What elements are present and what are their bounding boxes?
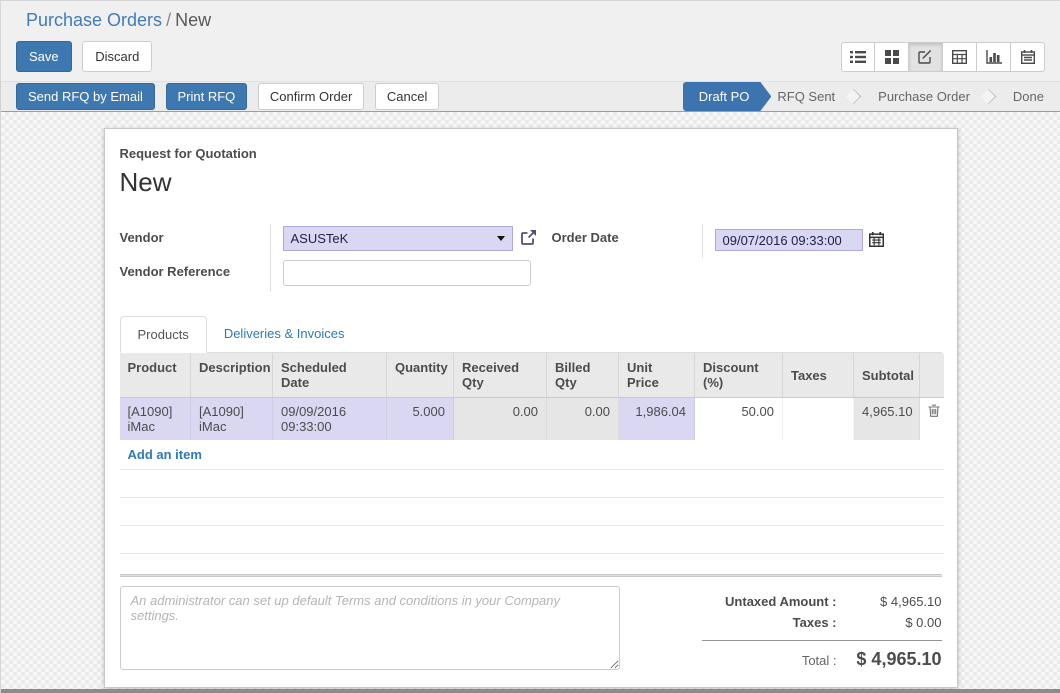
- discard-button[interactable]: Discard: [82, 41, 152, 72]
- external-link-icon[interactable]: [520, 229, 537, 249]
- list-view-button[interactable]: [841, 42, 875, 72]
- col-header-scheduled-date[interactable]: Scheduled Date: [273, 353, 387, 398]
- form-view-background: Request for Quotation New Vendor ASUSTeK…: [1, 112, 1060, 689]
- form-view-button[interactable]: [909, 42, 943, 72]
- caret-down-icon: [497, 236, 505, 241]
- status-step-done[interactable]: Done: [1007, 82, 1060, 111]
- col-header-quantity[interactable]: Quantity: [387, 353, 454, 398]
- table-row[interactable]: [A1090] iMac [A1090] iMac 09/09/2016 09:…: [120, 398, 944, 441]
- send-rfq-by-email-button[interactable]: Send RFQ by Email: [16, 83, 155, 110]
- bar-chart-icon: [986, 50, 1002, 64]
- cell-description[interactable]: [A1090] iMac: [191, 398, 273, 441]
- empty-line-row[interactable]: [120, 526, 944, 554]
- order-date-input[interactable]: 09/07/2016 09:33:00: [715, 229, 863, 251]
- document-type-label: Request for Quotation: [120, 146, 942, 161]
- chevron-right-icon: [846, 89, 862, 105]
- total-label: Total :: [802, 653, 837, 668]
- list-icon: [850, 50, 866, 64]
- breadcrumb-separator: /: [162, 10, 175, 30]
- cell-scheduled-date[interactable]: 09/09/2016 09:33:00: [273, 398, 387, 441]
- status-step-purchase-order[interactable]: Purchase Order: [872, 82, 976, 111]
- header-fields: Vendor ASUSTeK Vendor Reference: [120, 224, 942, 292]
- edit-form-icon: [918, 49, 933, 64]
- col-header-billed-qty[interactable]: Billed Qty: [547, 353, 619, 398]
- vendor-label: Vendor: [120, 224, 270, 258]
- order-lines-table: Product Description Scheduled Date Quant…: [120, 353, 944, 554]
- taxes-label: Taxes :: [793, 615, 837, 630]
- cell-received-qty: 0.00: [454, 398, 547, 441]
- cell-subtotal: 4,965.10: [854, 398, 920, 441]
- col-header-subtotal[interactable]: Subtotal: [854, 353, 920, 398]
- statusbar: Send RFQ by Email Print RFQ Confirm Orde…: [1, 81, 1060, 112]
- status-step-rfq-sent[interactable]: RFQ Sent: [771, 82, 841, 111]
- col-header-unit-price[interactable]: Unit Price: [619, 353, 695, 398]
- col-header-taxes[interactable]: Taxes: [783, 353, 854, 398]
- calendar-picker-icon[interactable]: [869, 232, 884, 250]
- chevron-right-icon: [981, 89, 997, 105]
- page-title: New: [120, 167, 942, 198]
- table-header-row: Product Description Scheduled Date Quant…: [120, 353, 944, 398]
- calendar-view-button[interactable]: [1011, 42, 1045, 72]
- cell-billed-qty: 0.00: [547, 398, 619, 441]
- col-header-description[interactable]: Description: [191, 353, 273, 398]
- add-item-row: Add an item: [120, 440, 944, 470]
- kanban-icon: [885, 50, 899, 64]
- statusbar-buttons: Send RFQ by Email Print RFQ Confirm Orde…: [16, 83, 439, 110]
- vendor-reference-label: Vendor Reference: [120, 258, 270, 292]
- cancel-button[interactable]: Cancel: [375, 83, 439, 110]
- total-value: $ 4,965.10: [837, 649, 942, 670]
- graph-view-button[interactable]: [977, 42, 1011, 72]
- empty-line-row[interactable]: [120, 498, 944, 526]
- cell-unit-price[interactable]: 1,986.04: [619, 398, 695, 441]
- confirm-order-button[interactable]: Confirm Order: [258, 83, 364, 110]
- form-sheet: Request for Quotation New Vendor ASUSTeK…: [104, 128, 958, 688]
- bottom-edge-bar: [1, 689, 1060, 693]
- totals-divider: [702, 640, 942, 641]
- cell-product[interactable]: [A1090] iMac: [120, 398, 191, 441]
- untaxed-amount-label: Untaxed Amount :: [725, 594, 836, 609]
- cell-taxes[interactable]: [783, 398, 854, 441]
- order-date-label: Order Date: [552, 224, 702, 258]
- pivot-view-button[interactable]: [943, 42, 977, 72]
- breadcrumb-parent-link[interactable]: Purchase Orders: [26, 10, 162, 30]
- trash-icon: [928, 405, 940, 420]
- print-rfq-button[interactable]: Print RFQ: [166, 83, 248, 110]
- calendar-icon: [1021, 50, 1035, 64]
- horizontal-separator: [120, 574, 942, 577]
- col-header-received-qty[interactable]: Received Qty: [454, 353, 547, 398]
- col-header-product[interactable]: Product: [120, 353, 191, 398]
- taxes-value: $ 0.00: [837, 615, 942, 630]
- breadcrumb-current: New: [175, 10, 211, 30]
- vendor-select[interactable]: ASUSTeK: [283, 226, 513, 251]
- breadcrumb: Purchase Orders/New: [1, 1, 1060, 31]
- vendor-value: ASUSTeK: [291, 231, 497, 246]
- save-button[interactable]: Save: [16, 41, 72, 72]
- terms-and-conditions-textarea[interactable]: [120, 586, 620, 670]
- delete-row-button[interactable]: [920, 398, 944, 441]
- status-pipeline: Draft PO RFQ Sent Purchase Order Done: [683, 82, 1060, 111]
- tab-deliveries-invoices[interactable]: Deliveries & Invoices: [207, 316, 362, 352]
- empty-line-row[interactable]: [120, 470, 944, 498]
- untaxed-amount-value: $ 4,965.10: [837, 594, 942, 609]
- control-panel: Save Discard: [1, 31, 1060, 81]
- form-buttons: Save Discard: [16, 41, 152, 72]
- totals-summary: Untaxed Amount : $ 4,965.10 Taxes : $ 0.…: [702, 586, 942, 673]
- tab-products[interactable]: Products: [120, 316, 207, 353]
- kanban-view-button[interactable]: [875, 42, 909, 72]
- col-header-actions: [920, 353, 944, 398]
- notebook-tabs: Products Deliveries & Invoices: [120, 316, 942, 353]
- col-header-discount[interactable]: Discount (%): [695, 353, 783, 398]
- sheet-footer: Untaxed Amount : $ 4,965.10 Taxes : $ 0.…: [120, 586, 942, 673]
- cell-quantity[interactable]: 5.000: [387, 398, 454, 441]
- add-an-item-link[interactable]: Add an item: [120, 440, 944, 470]
- cell-discount[interactable]: 50.00: [695, 398, 783, 441]
- status-step-draft-po[interactable]: Draft PO: [683, 82, 772, 111]
- vendor-reference-input[interactable]: [283, 260, 531, 286]
- pivot-table-icon: [952, 50, 967, 64]
- view-switcher: [841, 42, 1045, 72]
